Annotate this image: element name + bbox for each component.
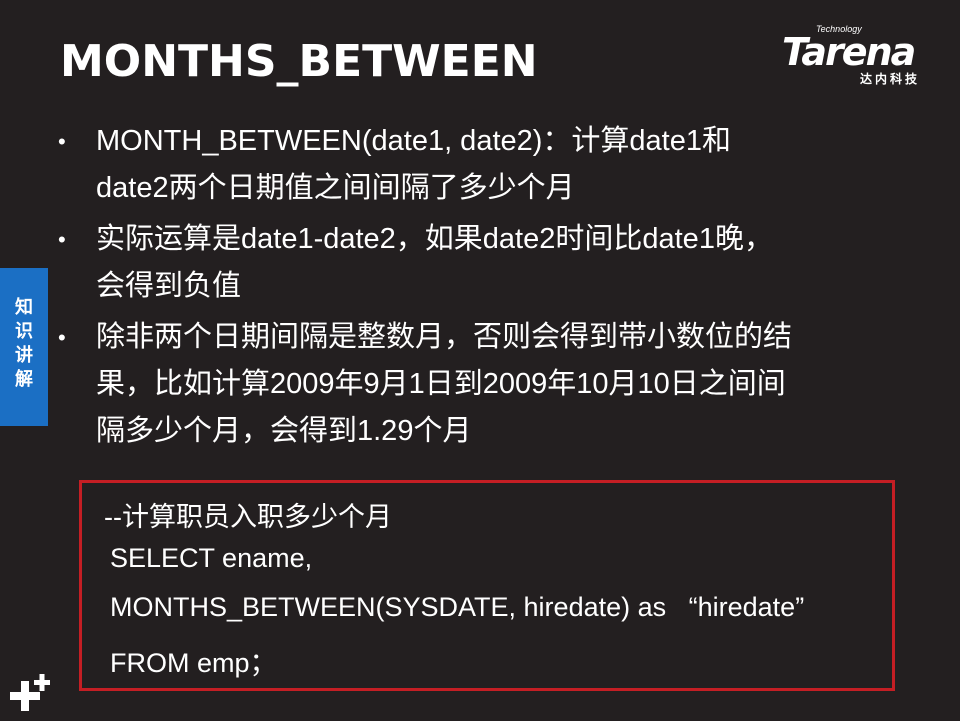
side-tab-char: 讲 (15, 345, 33, 365)
bullet-text-line: 除非两个日期间隔是整数月，否则会得到带小数位的结 (96, 321, 793, 353)
side-tab-knowledge[interactable]: 知 识 讲 解 (0, 268, 48, 426)
bullet-marker: • (58, 227, 66, 252)
bullet-item: • 实际运算是date1-date2，如果date2时间比date1晚， 会得到… (58, 216, 918, 310)
sql-code-box: --计算职员入职多少个月 SELECT ename, MONTHS_BETWEE… (79, 480, 895, 691)
bullet-text-line: MONTH_BETWEEN(date1, date2)：计算date1和 (96, 125, 731, 157)
bullet-marker: • (58, 325, 66, 350)
logo-wordmark: Tarena (782, 30, 916, 74)
code-comment: --计算职员入职多少个月 (104, 502, 392, 532)
bullet-list: • MONTH_BETWEEN(date1, date2)：计算date1和 d… (58, 118, 918, 459)
slide: MONTHS_BETWEEN Technology Tarena 达内科技 知 … (0, 0, 960, 720)
code-line-months-between: MONTHS_BETWEEN(SYSDATE, hiredate) as “hi… (110, 592, 805, 622)
side-tab-char: 知 (15, 297, 33, 317)
plus-icon (6, 668, 56, 716)
bullet-text-line: 隔多少个月，会得到1.29个月 (96, 415, 472, 447)
bullet-item: • 除非两个日期间隔是整数月，否则会得到带小数位的结 果，比如计算2009年9月… (58, 314, 918, 455)
bullet-marker: • (58, 129, 66, 154)
bullet-item: • MONTH_BETWEEN(date1, date2)：计算date1和 d… (58, 118, 918, 212)
tarena-logo: Technology Tarena 达内科技 (780, 24, 950, 86)
bullet-text-line: 实际运算是date1-date2，如果date2时间比date1晚， (96, 223, 773, 255)
code-line-select: SELECT ename, (110, 543, 313, 573)
bullet-text-line: 果，比如计算2009年9月1日到2009年10月10日之间间 (96, 368, 786, 400)
bullet-text-line: 会得到负值 (96, 270, 242, 302)
bullet-text-line: date2两个日期值之间间隔了多少个月 (96, 172, 575, 204)
side-tab-char: 解 (15, 369, 33, 389)
code-line-from: FROM emp； (110, 648, 277, 678)
logo-chinese-name: 达内科技 (860, 72, 921, 86)
slide-title: MONTHS_BETWEEN (60, 36, 538, 87)
side-tab-char: 识 (15, 321, 33, 341)
